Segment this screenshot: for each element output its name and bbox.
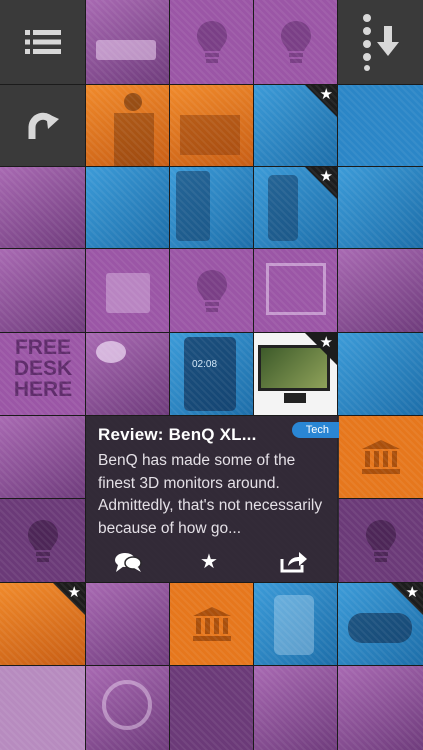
- tile-device-photo[interactable]: [86, 0, 169, 84]
- tile-shelf-photo[interactable]: [254, 249, 337, 332]
- menu-button[interactable]: [0, 0, 85, 84]
- tile-pavilion-photo[interactable]: [0, 416, 85, 498]
- favorite-button[interactable]: ★: [189, 550, 229, 574]
- star-icon: ★: [319, 86, 333, 103]
- star-icon: ★: [319, 168, 333, 185]
- poster-text-here: HERE: [13, 378, 73, 401]
- tile-phone-photo[interactable]: ★: [254, 167, 337, 248]
- tile-bulb-placeholder[interactable]: [170, 249, 253, 332]
- tile-hand-phone-photo[interactable]: [338, 167, 423, 248]
- article-title[interactable]: Review: BenQ XL...: [98, 425, 257, 445]
- share-icon: [280, 552, 307, 573]
- lightbulb-icon: [196, 21, 227, 63]
- tile-bulb-placeholder[interactable]: [254, 0, 337, 84]
- phone-time-text: 02:08: [192, 359, 218, 370]
- tile-android-phone-photo[interactable]: 02:08: [170, 333, 253, 415]
- tile-bulb-placeholder[interactable]: [338, 499, 423, 582]
- star-icon: ★: [200, 551, 218, 573]
- tile-bulb-placeholder[interactable]: [170, 0, 253, 84]
- lightbulb-icon: [280, 21, 311, 63]
- tile-museum-placeholder[interactable]: [170, 583, 253, 665]
- featured-article-card[interactable]: Review: BenQ XL... Tech BenQ has made so…: [86, 416, 339, 582]
- comments-icon: [115, 553, 142, 572]
- starred-badge: ★: [305, 333, 337, 365]
- lightbulb-icon: [196, 269, 227, 312]
- tile-museum-placeholder[interactable]: [338, 416, 423, 498]
- star-icon: ★: [405, 584, 419, 601]
- tile-windows-phone-photo[interactable]: [170, 167, 253, 248]
- starred-badge: ★: [305, 167, 337, 199]
- tile-router-photo[interactable]: [254, 583, 337, 665]
- star-icon: ★: [319, 334, 333, 351]
- tile-illustration-person[interactable]: [86, 333, 169, 415]
- tile-sneaker-photo[interactable]: [338, 333, 423, 415]
- tile-monitor-photo[interactable]: ★: [254, 333, 337, 415]
- tile-building-photo[interactable]: [170, 85, 253, 166]
- lightbulb-icon: [27, 519, 58, 562]
- more-download-button[interactable]: [338, 0, 423, 84]
- refresh-icon: [28, 112, 59, 139]
- starred-badge: ★: [53, 583, 85, 615]
- category-tag[interactable]: Tech: [291, 422, 339, 438]
- share-button[interactable]: [274, 550, 314, 574]
- tile-dark-photo[interactable]: [170, 666, 253, 750]
- tile-newspaper-photo[interactable]: [0, 666, 85, 750]
- tile-interior-photo[interactable]: [338, 249, 423, 332]
- tile-map-photo[interactable]: ★: [254, 85, 337, 166]
- article-excerpt: BenQ has made some of the finest 3D moni…: [98, 452, 323, 537]
- tile-free-desk-poster[interactable]: FREE DESK HERE: [0, 333, 85, 415]
- tile-bulb-placeholder[interactable]: [0, 499, 85, 582]
- starred-badge: ★: [391, 583, 423, 615]
- tile-models-photo[interactable]: ★: [0, 583, 85, 665]
- poster-text-free: FREE: [14, 336, 71, 359]
- tile-blue-texture[interactable]: [338, 85, 423, 166]
- tile-phones-photo[interactable]: [86, 167, 169, 248]
- museum-icon: [192, 607, 231, 641]
- tile-cloud-photo[interactable]: [86, 249, 169, 332]
- lightbulb-icon: [365, 519, 396, 562]
- list-menu-icon: [24, 30, 61, 54]
- poster-text-desk: DESK: [13, 357, 73, 380]
- tile-architecture-photo[interactable]: [0, 249, 85, 332]
- starred-badge: ★: [305, 85, 337, 117]
- tile-people-photo[interactable]: [86, 85, 169, 166]
- tile-pattern-photo[interactable]: [86, 666, 169, 750]
- vertical-dots-download-icon: [362, 14, 399, 71]
- tile-grid: ★ ★ FREE DESK HERE 02:08 ★ ★ ★ Review: B…: [0, 0, 423, 750]
- card-action-bar: ★: [86, 550, 339, 574]
- refresh-button[interactable]: [0, 85, 85, 166]
- comments-button[interactable]: [108, 550, 148, 574]
- star-icon: ★: [67, 584, 81, 601]
- tile-room-photo[interactable]: [254, 666, 337, 750]
- tile-gamepad-photo[interactable]: ★: [338, 583, 423, 665]
- tile-city-photo[interactable]: [86, 583, 169, 665]
- tile-house-photo[interactable]: [0, 167, 85, 248]
- tile-wall-photo[interactable]: [338, 666, 423, 750]
- museum-icon: [361, 440, 400, 474]
